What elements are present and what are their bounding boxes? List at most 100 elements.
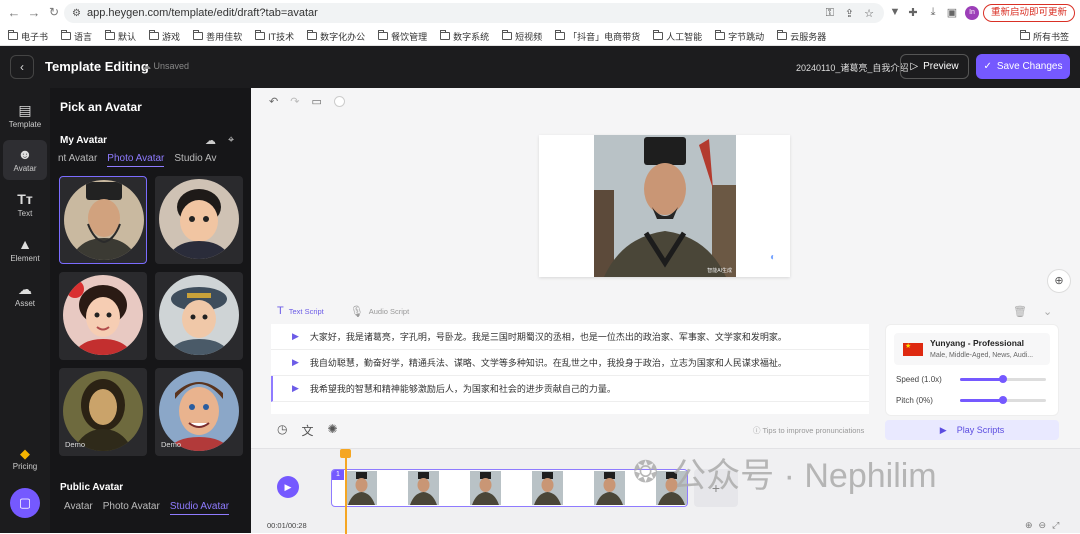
tab-studio-avatar[interactable]: Studio Av [174, 153, 216, 167]
folder-icon [378, 30, 389, 40]
sidebar-item-avatar[interactable]: ☻ Avatar [3, 140, 47, 180]
script-line[interactable]: ▶ 大家好，我是诸葛亮，字孔明，号卧龙。我是三国时期蜀汉的丞相，也是一位杰出的政治… [271, 324, 869, 350]
all-bookmarks[interactable]: 所有书签 [1019, 30, 1069, 43]
script-lines: ▶ 大家好，我是诸葛亮，字孔明，号卧龙。我是三国时期蜀汉的丞相，也是一位杰出的政治… [271, 324, 869, 414]
sidebar-item-element[interactable]: ▲ Element [3, 230, 47, 270]
tab-text-script[interactable]: T Text Script [277, 305, 324, 317]
forward-arrow-icon[interactable]: → [26, 5, 42, 20]
sidebar-item-pricing[interactable]: ◆ Pricing [3, 446, 47, 478]
translate-icon[interactable]: 文 [301, 422, 313, 439]
sidebar-item-asset[interactable]: ☁ Asset [3, 275, 47, 315]
avatar-card-cadet[interactable] [155, 272, 243, 360]
bookmark-folder[interactable]: IT技术 [255, 30, 294, 43]
folder-icon [777, 30, 788, 40]
speed-slider[interactable] [960, 375, 1046, 383]
clock-icon[interactable]: ◷ [277, 422, 287, 439]
pitch-slider[interactable] [960, 396, 1046, 404]
key-icon[interactable]: ⚿ [826, 7, 834, 20]
download-icon[interactable]: ⤓ [926, 6, 940, 19]
timeline-play-button[interactable]: ▶ [277, 476, 299, 498]
tab-instant-avatar[interactable]: nt Avatar [58, 153, 97, 167]
my-avatar-tabs: nt Avatar Photo Avatar Studio Av [58, 153, 216, 167]
back-arrow-icon[interactable]: ← [6, 5, 22, 20]
clip-number: 1 [332, 470, 344, 480]
script-tools: ◷ 文 ✺ [277, 422, 338, 439]
avatar-card-mona-lisa[interactable]: Demo [59, 368, 147, 456]
reload-icon[interactable]: ↻ [46, 5, 62, 19]
bookmark-folder[interactable]: 餐饮管理 [378, 30, 427, 43]
zoom-in-icon[interactable]: ⊕ [1025, 520, 1033, 531]
bookmark-folder[interactable]: 默认 [105, 30, 136, 43]
avatar-card-zhuge-liang[interactable] [59, 176, 147, 264]
undo-icon[interactable]: ↶ [269, 95, 278, 108]
play-line-icon[interactable]: ▶ [292, 383, 299, 394]
profile-avatar[interactable]: In [965, 6, 979, 20]
tab-audio-script[interactable]: 🎙 Audio Script [350, 305, 409, 318]
bookmark-folder[interactable]: 云服务器 [777, 30, 826, 43]
cloud-icon: ☁ [142, 61, 154, 71]
ai-assist-icon[interactable]: ✺ [328, 422, 338, 439]
bookmark-folder[interactable]: 「抖音」电商带货 [555, 30, 640, 43]
trash-icon[interactable]: 🗑 [1013, 305, 1027, 318]
voice-selector[interactable]: Yunyang - Professional Male, Middle-Aged… [894, 333, 1050, 365]
bookmark-folder[interactable]: 电子书 [8, 30, 48, 43]
play-scripts-button[interactable]: ▶ Play Scripts [885, 420, 1059, 440]
draft-name[interactable]: 20240110_诸葛亮_自我介绍 [796, 61, 908, 74]
sidebar-item-text[interactable]: Tт Text [3, 185, 47, 225]
bookmark-folder[interactable]: 游戏 [149, 30, 180, 43]
redo-icon[interactable]: ↷ [290, 95, 299, 108]
tab-public-photo-avatar[interactable]: Photo Avatar [103, 501, 160, 515]
monitor-icon[interactable]: ▭ [311, 95, 321, 108]
bookmark-folder[interactable]: 短视频 [502, 30, 542, 43]
share-icon[interactable]: ⇪ [845, 7, 854, 20]
script-line[interactable]: ▶ 我希望我的智慧和精神能够激励后人，为国家和社会的进步贡献自己的力量。 [271, 376, 869, 402]
text-icon: Tт [17, 191, 33, 207]
preview-button[interactable]: ▷ Preview [900, 54, 969, 79]
chevron-down-icon[interactable]: ⌄ [1043, 305, 1052, 318]
bookmark-folder[interactable]: 字节跳动 [715, 30, 764, 43]
tab-public-avatar[interactable]: Avatar [64, 501, 93, 515]
restart-update-button[interactable]: 重新启动即可更新 [983, 4, 1076, 22]
address-bar[interactable]: ⚙ app.heygen.com/template/edit/draft?tab… [64, 3, 884, 23]
save-status: ☁ Unsaved [142, 61, 190, 71]
script-line[interactable]: ▶ 我自幼聪慧，勤奋好学，精通兵法、谋略、文学等多种知识。在乱世之中，我投身于政治… [271, 350, 869, 376]
tab-photo-avatar[interactable]: Photo Avatar [107, 153, 165, 167]
puzzle-icon[interactable]: ✚ [906, 6, 920, 19]
fit-icon[interactable]: ⤢ [1052, 520, 1059, 531]
star-icon[interactable]: ☆ [864, 7, 874, 20]
site-info-icon[interactable]: ⚙ [72, 8, 81, 19]
avatar-card-girl[interactable] [59, 272, 147, 360]
slider-knob[interactable] [999, 396, 1007, 404]
demo-badge: Demo [161, 440, 182, 449]
zoom-button[interactable]: ⊕ [1047, 269, 1071, 293]
url-text: app.heygen.com/template/edit/draft?tab=a… [86, 7, 318, 19]
avatar-card-boy[interactable] [155, 176, 243, 264]
location-pin-icon[interactable]: ⌖ [228, 134, 234, 147]
slider-knob[interactable] [999, 375, 1007, 383]
sidebar-item-template[interactable]: ▤ Template [3, 96, 47, 136]
back-button[interactable]: ‹ [10, 55, 34, 79]
play-line-icon[interactable]: ▶ [292, 357, 299, 368]
chat-support-button[interactable]: ▢ [10, 488, 40, 518]
sidepanel-icon[interactable]: ▣ [945, 6, 959, 19]
upload-cloud-icon[interactable]: ☁ [205, 134, 216, 147]
add-scene-button[interactable]: + [694, 469, 738, 507]
play-line-icon[interactable]: ▶ [292, 331, 299, 342]
bookmark-folder[interactable]: 数字化办公 [307, 30, 365, 43]
bookmark-folder[interactable]: 人工智能 [653, 30, 702, 43]
timeline-clip[interactable]: 1 [331, 469, 688, 507]
save-changes-button[interactable]: ✓ Save Changes [976, 54, 1070, 79]
avatar-thumbnail [64, 180, 144, 260]
bookmark-folder[interactable]: 语言 [61, 30, 92, 43]
extension-v-icon[interactable]: ▼ [888, 6, 902, 18]
background-color-swatch[interactable] [333, 96, 345, 107]
avatar-photo[interactable]: 智能AI生成 [594, 135, 736, 277]
bookmark-folder[interactable]: 数字系统 [440, 30, 489, 43]
pronunciation-tips-link[interactable]: ⓘ Tips to improve pronunciations [753, 425, 864, 436]
video-canvas[interactable]: 智能AI生成 ◐ [539, 135, 790, 277]
avatar-card-cartoon[interactable]: Demo [155, 368, 243, 456]
tab-public-studio-avatar[interactable]: Studio Avatar [169, 501, 230, 515]
zoom-out-icon[interactable]: ⊖ [1039, 520, 1047, 531]
bookmark-folder[interactable]: 善用佳软 [193, 30, 242, 43]
playhead[interactable] [341, 449, 350, 534]
